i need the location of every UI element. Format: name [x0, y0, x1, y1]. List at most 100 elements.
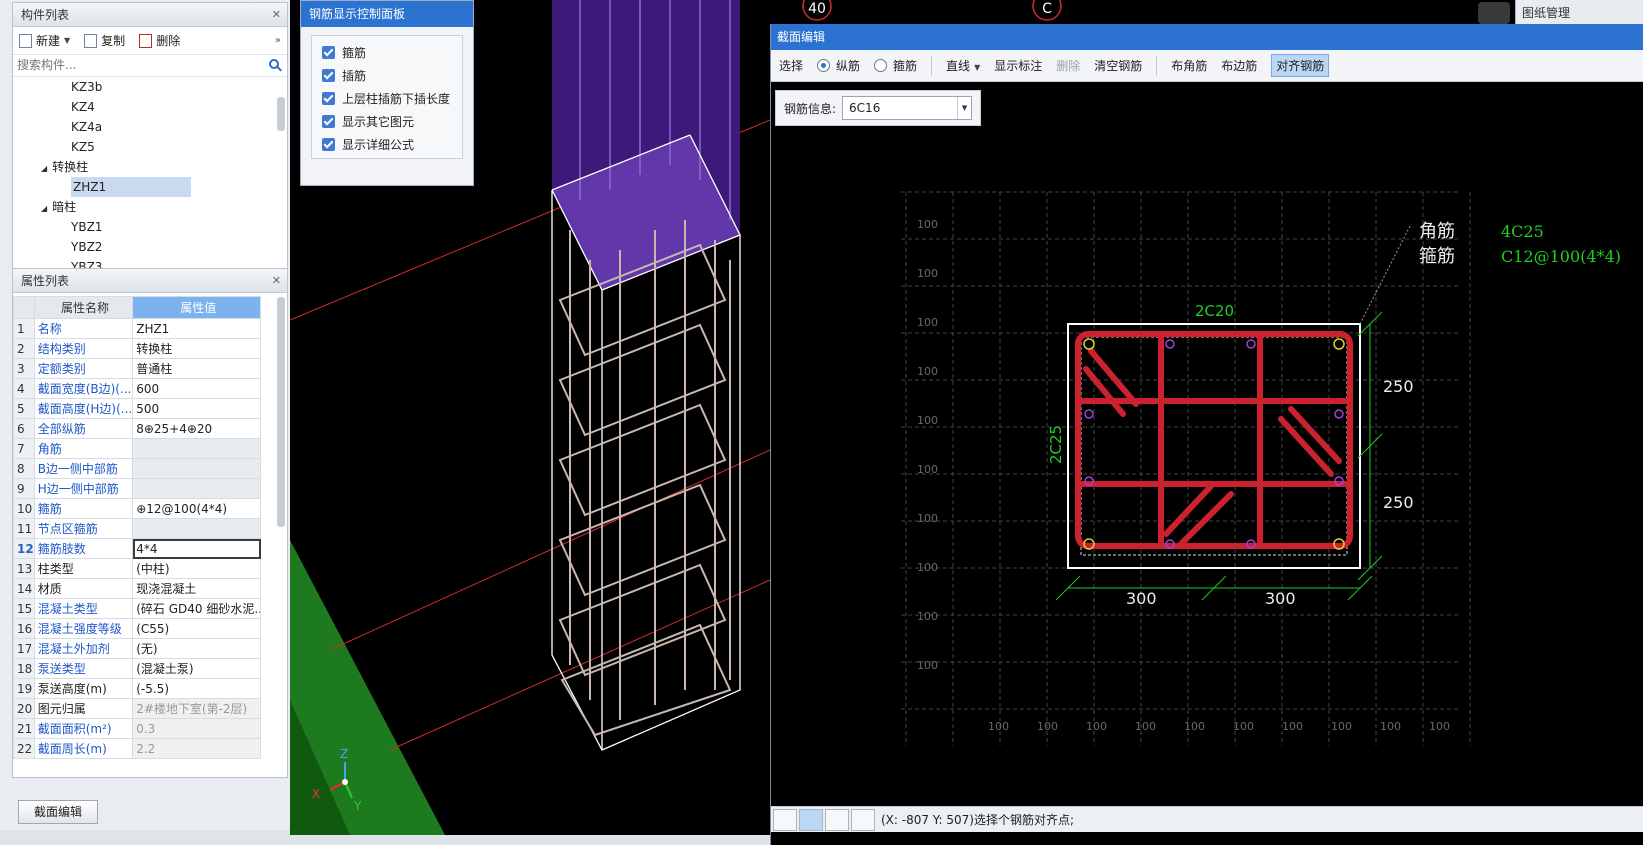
property-value[interactable]: ZHZ1 — [132, 318, 262, 339]
property-row[interactable]: 2 结构类别 转换柱 — [13, 338, 262, 359]
grid-snap-icon[interactable] — [851, 808, 875, 831]
checkbox-checked-icon[interactable] — [322, 92, 335, 105]
property-value[interactable] — [132, 518, 262, 539]
panel-close-icon[interactable]: ✕ — [272, 3, 281, 27]
row-index: 19 — [13, 678, 35, 699]
section-canvas[interactable]: 100 100 100 100 100 100 100 100 100 100 100 100 100 1… — [771, 24, 1643, 804]
drawing-management-tab[interactable]: 图纸管理 — [1515, 0, 1643, 24]
property-row[interactable]: 20 图元归属 2#楼地下室(第-2层) — [13, 698, 262, 719]
delete-button[interactable]: 删除 — [139, 32, 180, 49]
property-value[interactable] — [132, 478, 262, 499]
perpendicular-icon[interactable] — [825, 808, 849, 831]
property-value[interactable]: 600 — [132, 378, 262, 399]
property-value[interactable]: 500 — [132, 398, 262, 419]
property-value[interactable] — [132, 458, 262, 479]
property-value[interactable]: 现浇混凝土 — [132, 578, 262, 599]
tree-item[interactable]: ZHZ1 — [71, 177, 191, 197]
tree-expand-icon[interactable]: ◢ — [41, 164, 47, 173]
tree-item[interactable]: KZ4 — [71, 97, 95, 117]
delete-icon — [139, 33, 153, 48]
search-icon[interactable] — [269, 59, 279, 69]
property-value[interactable]: (C55) — [132, 618, 262, 639]
property-value[interactable]: 0.3 — [132, 718, 262, 739]
tree-item[interactable]: YBZ2 — [71, 237, 102, 257]
property-row[interactable]: 4 截面宽度(B边)(... 600 — [13, 378, 262, 399]
row-index: 22 — [13, 738, 35, 759]
checkbox-checked-icon[interactable] — [322, 138, 335, 151]
property-row[interactable]: 6 全部纵筋 8⊕25+4⊕20 — [13, 418, 262, 439]
checkbox-checked-icon[interactable] — [322, 69, 335, 82]
section-edit-button[interactable]: 截面编辑 — [18, 800, 98, 824]
row-index: 5 — [13, 398, 35, 419]
property-row[interactable]: 10 箍筋 ⊕12@100(4*4) — [13, 498, 262, 519]
view-icon[interactable] — [1478, 2, 1510, 24]
tree-scrollbar[interactable] — [277, 97, 285, 131]
property-value[interactable]: (混凝土泵) — [132, 658, 262, 679]
property-row[interactable]: 9 H边一侧中部筋 — [13, 478, 262, 499]
property-value[interactable]: (中柱) — [132, 558, 262, 579]
left-bar-annotation: 2C25 — [1047, 425, 1065, 464]
property-row[interactable]: 5 截面高度(H边)(... 500 — [13, 398, 262, 419]
snap-icon[interactable] — [799, 808, 823, 831]
tree-item[interactable]: ◢ 转换柱 — [41, 157, 88, 177]
tree-item[interactable]: YBZ1 — [71, 217, 102, 237]
property-row[interactable]: 18 泵送类型 (混凝土泵) — [13, 658, 262, 679]
property-row[interactable]: 19 泵送高度(m) (-5.5) — [13, 678, 262, 699]
property-value[interactable]: 2.2 — [132, 738, 262, 759]
row-index: 11 — [13, 518, 35, 539]
property-row[interactable]: 7 角筋 — [13, 438, 262, 459]
property-row[interactable]: 22 截面周长(m) 2.2 — [13, 738, 262, 759]
tree-item[interactable]: KZ4a — [71, 117, 102, 137]
property-name: 箍筋肢数 — [33, 538, 134, 559]
property-row[interactable]: 15 混凝土类型 (碎石 GD40 细砂水泥... — [13, 598, 262, 619]
rebar-option-row[interactable]: 显示其它图元 — [312, 110, 462, 133]
grid-label: 100 — [1429, 720, 1450, 733]
property-row[interactable]: 14 材质 现浇混凝土 — [13, 578, 262, 599]
checkbox-checked-icon[interactable] — [322, 46, 335, 59]
property-value[interactable] — [132, 438, 262, 459]
property-value[interactable]: 4*4 — [132, 538, 262, 559]
property-row[interactable]: 8 B边一侧中部筋 — [13, 458, 262, 479]
property-row[interactable]: 12 箍筋肢数 4*4 — [13, 538, 262, 559]
property-value[interactable]: ⊕12@100(4*4) — [132, 498, 262, 519]
corner-rebar-value: 4C25 — [1501, 222, 1544, 241]
dimension-height-1: 250 — [1383, 377, 1414, 396]
property-row[interactable]: 21 截面面积(m²) 0.3 — [13, 718, 262, 739]
property-value[interactable]: 转换柱 — [132, 338, 262, 359]
property-value[interactable]: 8⊕25+4⊕20 — [132, 418, 262, 439]
ortho-icon[interactable] — [773, 808, 797, 831]
row-index: 2 — [13, 338, 35, 359]
more-icon[interactable]: » — [275, 35, 281, 46]
copy-button[interactable]: 复制 — [84, 32, 125, 49]
dimension-width-2: 300 — [1265, 589, 1296, 608]
property-value[interactable]: 2#楼地下室(第-2层) — [132, 698, 262, 719]
property-value[interactable]: (无) — [132, 638, 262, 659]
section-outline — [1067, 323, 1361, 569]
rebar-option-row[interactable]: 箍筋 — [312, 41, 462, 64]
property-row[interactable]: 11 节点区箍筋 — [13, 518, 262, 539]
rebar-option-row[interactable]: 上层柱插筋下插长度 — [312, 87, 462, 110]
property-row[interactable]: 13 柱类型 (中柱) — [13, 558, 262, 579]
property-row[interactable]: 3 定额类别 普通柱 — [13, 358, 262, 379]
property-row[interactable]: 1 名称 ZHZ1 — [13, 318, 262, 339]
rebar-option-row[interactable]: 插筋 — [312, 64, 462, 87]
panel-close-icon[interactable]: ✕ — [272, 269, 281, 293]
property-scrollbar[interactable] — [277, 297, 285, 527]
chevron-down-icon[interactable]: ▼ — [64, 36, 70, 45]
property-row[interactable]: 16 混凝土强度等级 (C55) — [13, 618, 262, 639]
tree-item[interactable]: ◢ 暗柱 — [41, 197, 76, 217]
grid-label: 100 — [917, 512, 938, 525]
property-row[interactable]: 17 混凝土外加剂 (无) — [13, 638, 262, 659]
tree-item[interactable]: KZ5 — [71, 137, 95, 157]
tree-item[interactable]: KZ3b — [71, 77, 102, 97]
tree-item-label: ZHZ1 — [73, 180, 107, 194]
search-input[interactable] — [17, 55, 257, 75]
property-value[interactable]: (-5.5) — [132, 678, 262, 699]
row-index: 17 — [13, 638, 35, 659]
tree-expand-icon[interactable]: ◢ — [41, 204, 47, 213]
property-value[interactable]: 普通柱 — [132, 358, 262, 379]
property-value[interactable]: (碎石 GD40 细砂水泥... — [132, 598, 262, 619]
rebar-option-row[interactable]: 显示详细公式 — [312, 133, 462, 156]
checkbox-checked-icon[interactable] — [322, 115, 335, 128]
new-button[interactable]: 新建 ▼ — [19, 32, 70, 49]
